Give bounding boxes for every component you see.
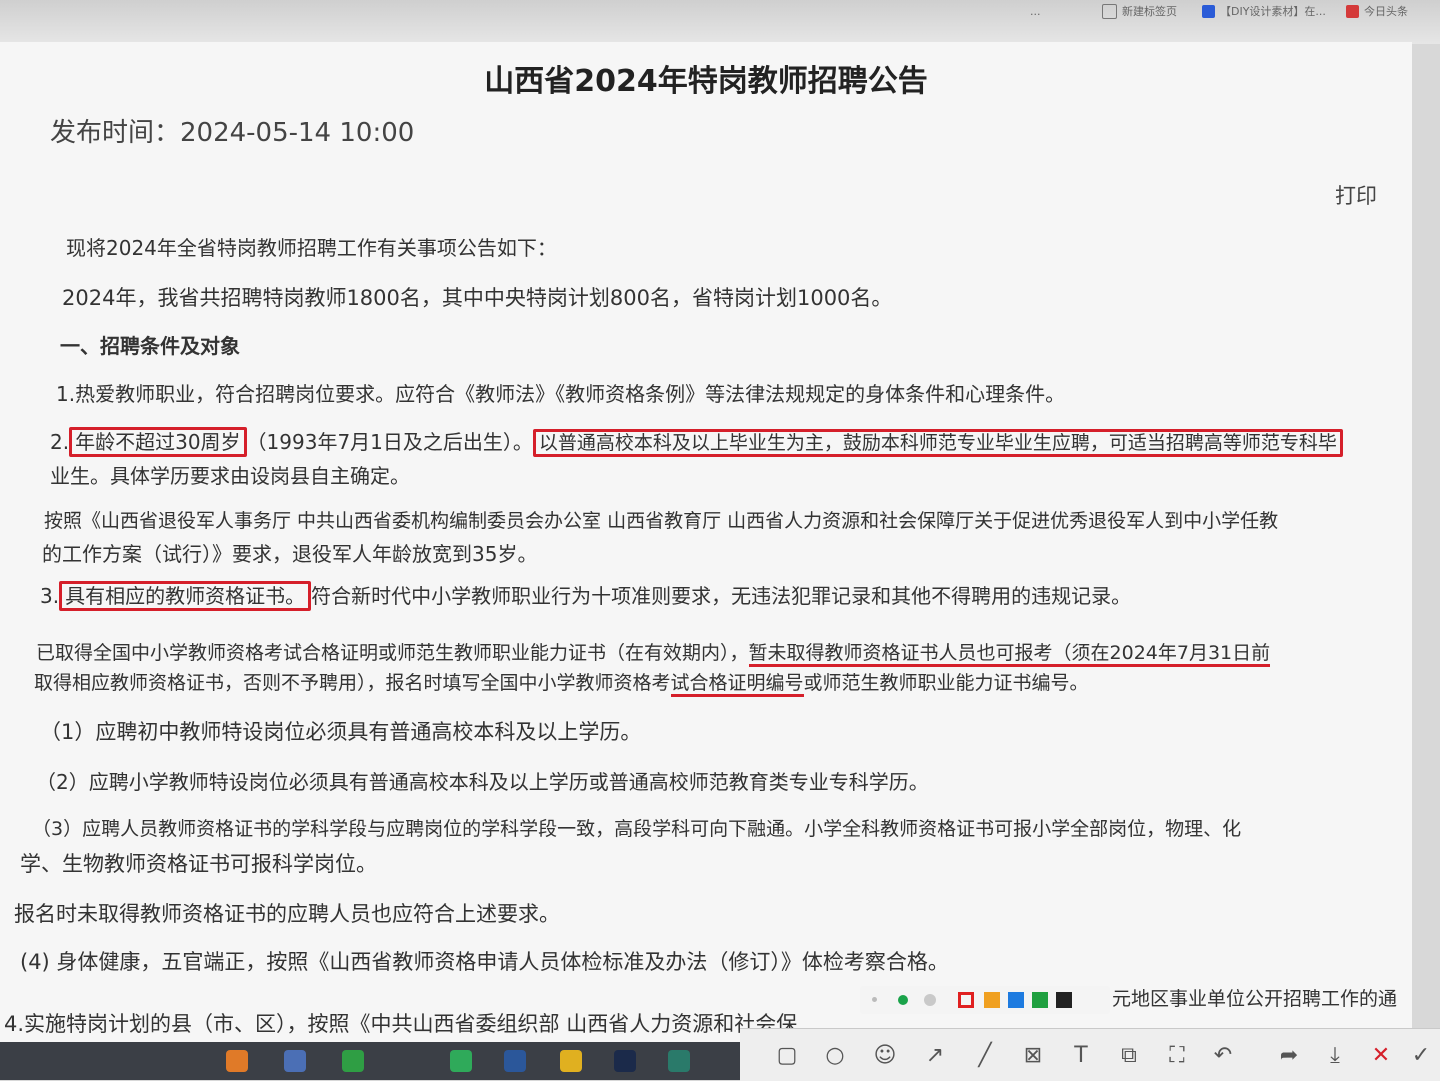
color-swatch-blue[interactable]	[1008, 992, 1024, 1008]
certificate-highlight: 具有相应的教师资格证书。	[59, 581, 312, 611]
cert-text-b: 取得相应教师资格证书，否则不予聘用），报名时填写全国中小学教师资格考	[34, 672, 671, 694]
photoshop-icon[interactable]	[614, 1050, 636, 1072]
mosaic-icon[interactable]: ⊠	[1020, 1043, 1046, 1069]
veteran-text-line-2: 的工作方案（试行）》要求，退役军人年龄放宽到35岁。	[42, 542, 538, 566]
size-small-dot[interactable]	[872, 997, 877, 1002]
summary-text: 2024年，我省共招聘特岗教师1800名，其中中央特岗计划800名，省特岗计划1…	[62, 286, 893, 310]
color-swatch-orange[interactable]	[984, 992, 1000, 1008]
sub-item-1: （1）应聘初中教师特设岗位必须具有普通高校本科及以上学历。	[40, 720, 642, 744]
color-palette	[860, 986, 1110, 1014]
design-site-icon	[1202, 4, 1215, 18]
taskbar-app-icon[interactable]	[342, 1050, 364, 1072]
word-icon[interactable]	[504, 1050, 526, 1072]
veteran-text-line-1: 按照《山西省退役军人事务厅 中共山西省委机构编制委员会办公室 山西省教育厅 山西…	[44, 510, 1279, 532]
share-icon[interactable]: ➦	[1276, 1043, 1302, 1069]
new-tab-icon	[1102, 3, 1117, 19]
item-3-number: 3.	[40, 584, 60, 608]
toutiao-icon	[1346, 4, 1359, 18]
rectangle-icon[interactable]: ▢	[774, 1043, 800, 1069]
degree-requirement-highlight: 以普通高校本科及以上毕业生为主，鼓励本科师范专业毕业生应聘，可适当招聘高等师范专…	[532, 429, 1343, 457]
undo-icon[interactable]: ↶	[1210, 1043, 1236, 1069]
color-swatch-black[interactable]	[1056, 992, 1072, 1008]
emoji-icon[interactable]: ☺	[872, 1043, 898, 1069]
section-heading: 一、招聘条件及对象	[60, 334, 240, 358]
taskbar-app-icon[interactable]	[668, 1050, 690, 1072]
browser-tab[interactable]: ...	[1030, 0, 1041, 22]
publish-time: 发布时间：2024-05-14 10:00	[50, 118, 415, 148]
sub-item-3-line-2: 学、生物教师资格证书可报科学岗位。	[20, 852, 377, 876]
arrow-icon[interactable]: ↗	[922, 1043, 948, 1069]
sub-item-3-line-1: （3）应聘人员教师资格证书的学科学段与应聘岗位的学科学段一致，高段学科可向下融通…	[32, 818, 1242, 840]
cert-number-underline: 试合格证明编号	[670, 672, 804, 697]
size-medium-dot[interactable]	[898, 995, 908, 1005]
annotation-toolbar: ▢ ○ ☺ ↗ ╱ ⊠ T ⧉ ⛶ ↶ ➦ ⤓ ✕ ✓	[740, 1028, 1440, 1081]
item-1-text: 1.热爱教师职业，符合招聘岗位要求。应符合《教师法》《教师资格条例》等法律法规规…	[56, 382, 1066, 406]
cert-text-line-1: 已取得全国中小学教师资格考试合格证明或师范生教师职业能力证书（在有效期内），暂未…	[36, 638, 1271, 667]
pen-icon[interactable]: ╱	[972, 1043, 998, 1069]
cert-text-line-2: 取得相应教师资格证书，否则不予聘用），报名时填写全国中小学教师资格考试合格证明编…	[34, 668, 1089, 697]
browser-tab-new[interactable]: 新建标签页	[1102, 0, 1177, 22]
item-2-line: 2. 年龄不超过30周岁 （1993年7月1日及之后出生）。 以普通高校本科及以上毕业…	[50, 426, 1343, 457]
browser-tab-design[interactable]: 【DIY设计素材】在...	[1202, 0, 1326, 22]
item-4-tail: 元地区事业单位公开招聘工作的通	[1112, 988, 1398, 1010]
ocr-icon[interactable]: ⛶	[1164, 1043, 1190, 1069]
document-page: 山西省2024年特岗教师招聘公告 发布时间：2024-05-14 10:00 打…	[0, 42, 1412, 1042]
taskbar-app-icon[interactable]	[560, 1050, 582, 1072]
close-icon[interactable]: ✕	[1368, 1043, 1394, 1069]
item-3-line: 3. 具有相应的教师资格证书。 符合新时代中小学教师职业行为十项准则要求，无违法犯罪…	[40, 580, 1132, 611]
color-swatch-green[interactable]	[1032, 992, 1048, 1008]
sub-item-4: (4) 身体健康，五官端正，按照《山西省教师资格申请人员体检标准及办法（修订）》…	[20, 950, 949, 974]
text-icon[interactable]: T	[1068, 1043, 1094, 1069]
wechat-icon[interactable]	[450, 1050, 472, 1072]
sub-item-2: （2）应聘小学教师特设岗位必须具有普通高校本科及以上学历或普通高校师范教育类专业…	[36, 770, 929, 794]
birth-date-text: （1993年7月1日及之后出生）。	[246, 430, 533, 454]
no-cert-underline: 暂未取得教师资格证书人员也可报考（须在2024年7月31日前	[748, 642, 1271, 667]
print-button[interactable]: 打印	[1335, 180, 1377, 210]
browser-tab-toutiao[interactable]: 今日头条	[1346, 0, 1408, 22]
confirm-icon[interactable]: ✓	[1408, 1043, 1434, 1069]
size-large-dot[interactable]	[924, 994, 936, 1006]
ellipse-icon[interactable]: ○	[822, 1043, 848, 1069]
sticker-icon[interactable]: ⧉	[1116, 1043, 1142, 1069]
taskbar-app-icon[interactable]	[284, 1050, 306, 1072]
item-2-continuation: 业生。具体学历要求由设岗县自主确定。	[50, 464, 410, 488]
no-cert-note: 报名时未取得教师资格证书的应聘人员也应符合上述要求。	[14, 902, 560, 926]
cert-text-c: 或师范生教师职业能力证书编号。	[803, 672, 1089, 694]
item-4-partial: 4.实施特岗计划的县（市、区），按照《中共山西省委组织部 山西省人力资源和社会保	[4, 1012, 798, 1036]
item-2-number: 2.	[50, 430, 70, 454]
color-swatch-red[interactable]	[958, 992, 974, 1008]
page-title: 山西省2024年特岗教师招聘公告	[484, 64, 928, 99]
browser-tab-strip: ... 新建标签页 【DIY设计素材】在... 今日头条	[0, 0, 1440, 44]
age-limit-highlight: 年龄不超过30周岁	[69, 427, 247, 457]
taskbar-app-icon[interactable]	[226, 1050, 248, 1072]
download-icon[interactable]: ⤓	[1322, 1043, 1348, 1069]
item-3-rest: 符合新时代中小学教师职业行为十项准则要求，无违法犯罪记录和其他不得聘用的违规记录…	[311, 584, 1132, 608]
intro-text: 现将2024年全省特岗教师招聘工作有关事项公告如下：	[66, 236, 557, 260]
cert-text-a: 已取得全国中小学教师资格考试合格证明或师范生教师职业能力证书（在有效期内），	[36, 642, 749, 664]
